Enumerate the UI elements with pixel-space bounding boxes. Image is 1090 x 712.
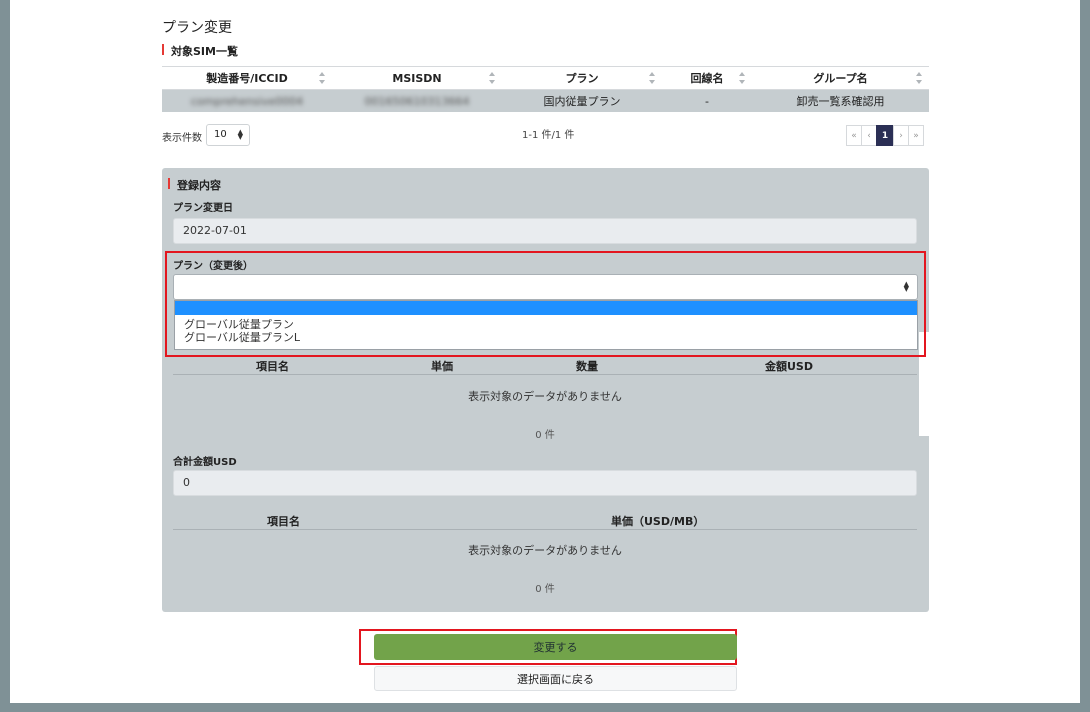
sort-icon[interactable] xyxy=(739,72,746,84)
fee-col-unit-price: 単価 xyxy=(431,360,453,373)
column-header-iccid[interactable]: 製造番号/ICCID xyxy=(162,67,332,89)
table-row: comprehensive0004 001650610313664 国内従量プラ… xyxy=(162,90,929,112)
pagination: « ‹ 1 › » xyxy=(846,125,924,146)
select-arrows-icon: ▲ ▼ xyxy=(903,280,909,293)
cell-line-name: - xyxy=(705,94,709,108)
fee-table-header: 項目名 単価 数量 金額USD xyxy=(173,355,917,375)
per-page-label: 表示件数 xyxy=(162,133,202,144)
sort-icon[interactable] xyxy=(649,72,656,84)
plan-option-global-l[interactable]: グローバル従量プランL xyxy=(175,331,917,344)
back-button[interactable]: 選択画面に戻る xyxy=(374,666,737,691)
registration-title: 登録内容 xyxy=(168,177,221,193)
total-field: 0 xyxy=(173,470,917,496)
change-date-field: 2022-07-01 xyxy=(173,218,917,244)
column-header-group-name[interactable]: グループ名 xyxy=(752,67,929,89)
last-page-button[interactable]: » xyxy=(908,125,924,146)
prev-page-button[interactable]: ‹ xyxy=(861,125,877,146)
unit-empty-message: 表示対象のデータがありません xyxy=(468,544,622,557)
plan-select[interactable]: ▲ ▼ xyxy=(173,274,918,300)
sim-table: 製造番号/ICCID MSISDN プラン 回線名 グループ名 comprehe… xyxy=(162,66,929,112)
page: プラン変更 対象SIM一覧 製造番号/ICCID MSISDN プラン 回線名 xyxy=(10,0,1080,703)
first-page-button[interactable]: « xyxy=(846,125,862,146)
submit-button[interactable]: 変更する xyxy=(374,634,737,660)
page-button-current[interactable]: 1 xyxy=(876,125,894,146)
page-title: プラン変更 xyxy=(162,20,232,36)
panel-gap xyxy=(919,332,929,436)
unit-col-unit-price: 単価（USD/MB） xyxy=(611,515,705,528)
sim-section-title: 対象SIM一覧 xyxy=(162,43,238,59)
fee-col-item: 項目名 xyxy=(256,360,289,373)
next-page-button[interactable]: › xyxy=(893,125,909,146)
per-page-select[interactable]: 10 ▲ ▼ xyxy=(206,124,250,146)
select-arrows-icon: ▲ ▼ xyxy=(237,128,243,141)
cell-msisdn: 001650610313664 xyxy=(364,94,470,108)
change-date-label: プラン変更日 xyxy=(173,203,233,214)
total-label: 合計金額USD xyxy=(173,457,237,468)
fee-count: 0 件 xyxy=(535,430,555,441)
plan-dropdown: グローバル従量プラン グローバル従量プランL xyxy=(174,300,918,350)
sort-icon[interactable] xyxy=(916,72,923,84)
column-header-line-name[interactable]: 回線名 xyxy=(662,67,752,89)
column-header-plan[interactable]: プラン xyxy=(502,67,662,89)
unit-col-item: 項目名 xyxy=(267,515,300,528)
plan-option-empty[interactable] xyxy=(175,301,917,315)
unit-table-header: 項目名 単価（USD/MB） xyxy=(173,510,917,530)
sort-icon[interactable] xyxy=(319,72,326,84)
fee-col-quantity: 数量 xyxy=(576,360,598,373)
sort-icon[interactable] xyxy=(489,72,496,84)
plan-label: プラン（変更後） xyxy=(173,261,253,272)
cell-iccid: comprehensive0004 xyxy=(190,94,304,108)
unit-count: 0 件 xyxy=(535,584,555,595)
result-count: 1-1 件/1 件 xyxy=(522,130,575,141)
fee-col-amount: 金額USD xyxy=(765,360,813,373)
sim-table-header: 製造番号/ICCID MSISDN プラン 回線名 グループ名 xyxy=(162,66,929,90)
cell-plan: 国内従量プラン xyxy=(543,95,621,108)
column-header-msisdn[interactable]: MSISDN xyxy=(332,67,502,89)
registration-panel: 登録内容 プラン変更日 2022-07-01 プラン（変更後） ▲ ▼ グローバル… xyxy=(162,168,929,612)
cell-group-name: 卸売一覧系確認用 xyxy=(796,95,885,108)
plan-option-global[interactable]: グローバル従量プラン xyxy=(175,318,917,331)
fee-empty-message: 表示対象のデータがありません xyxy=(468,390,622,403)
content: プラン変更 対象SIM一覧 製造番号/ICCID MSISDN プラン 回線名 xyxy=(162,0,929,703)
